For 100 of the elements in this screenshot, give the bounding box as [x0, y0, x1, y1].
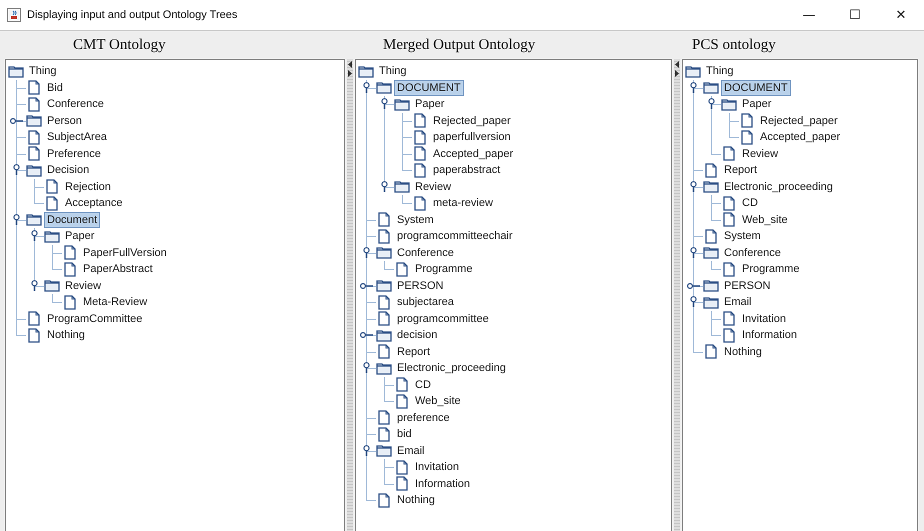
tree-node[interactable]: Review [62, 278, 104, 294]
tree-node[interactable]: SubjectArea [44, 129, 110, 146]
tree-toggle[interactable] [363, 82, 370, 92]
tree-node[interactable]: Email [721, 294, 755, 310]
tree-node[interactable]: decision [394, 327, 440, 344]
maximize-button[interactable]: ☐ [832, 0, 878, 30]
tree-node[interactable]: Information [739, 327, 800, 344]
tree-node[interactable]: preference [394, 410, 453, 426]
tree-node[interactable]: Report [721, 162, 760, 178]
tree-node[interactable]: Programme [739, 261, 802, 278]
tree-node[interactable]: Electronic_proceeding [721, 178, 836, 195]
tree-node[interactable]: Paper [739, 96, 774, 112]
tree-toggle[interactable] [690, 296, 697, 307]
folder-icon [358, 64, 374, 79]
tree-node[interactable]: DOCUMENT [721, 80, 791, 96]
tree-node[interactable]: programcommittee [394, 310, 492, 327]
tree-toggle[interactable] [381, 180, 388, 192]
tree-toggle[interactable] [13, 164, 20, 175]
document-icon [26, 80, 42, 96]
left-arrow-icon[interactable] [674, 61, 680, 68]
tree-node[interactable]: Information [412, 476, 474, 492]
tree-toggle[interactable] [363, 362, 370, 373]
tree-node[interactable]: programcommitteechair [394, 228, 516, 244]
tree-toggle[interactable] [31, 230, 38, 241]
document-icon [26, 146, 42, 162]
tree-node[interactable]: Document [44, 212, 100, 228]
tree-node[interactable]: Meta-Review [80, 294, 150, 310]
tree-toggle[interactable] [360, 332, 373, 338]
tree-node[interactable]: Rejected_paper [430, 112, 514, 129]
document-icon [376, 228, 392, 244]
tree-node[interactable]: System [721, 228, 764, 244]
document-icon [394, 394, 410, 409]
tree-toggle[interactable] [708, 98, 715, 109]
tree-node[interactable]: paperfullversion [430, 129, 514, 146]
tree-node[interactable]: Paper [62, 228, 98, 244]
tree-node[interactable]: PERSON [394, 278, 446, 294]
tree-toggle[interactable] [690, 180, 697, 192]
tree-node[interactable]: Acceptance [62, 195, 126, 212]
tree-node[interactable]: Person [44, 112, 85, 129]
tree-toggle[interactable] [690, 82, 697, 92]
tree-node[interactable]: Nothing [44, 327, 88, 344]
tree-toggle[interactable] [360, 282, 373, 288]
tree-node[interactable]: Rejected_paper [757, 112, 841, 129]
tree-node[interactable]: Programme [412, 261, 476, 278]
tree-node[interactable]: Thing [376, 63, 410, 80]
folder-icon [376, 328, 392, 343]
tree-node[interactable]: paperabstract [430, 162, 504, 178]
tree-node[interactable]: CD [739, 195, 761, 212]
tree-toggle[interactable] [13, 214, 20, 224]
tree-node[interactable]: Report [394, 344, 434, 360]
tree-node[interactable]: DOCUMENT [394, 80, 464, 96]
right-arrow-icon[interactable] [347, 70, 353, 77]
tree-node[interactable]: Decision [44, 162, 92, 178]
tree-node[interactable]: PaperFullVersion [80, 244, 170, 261]
tree-node[interactable]: CD [412, 376, 434, 393]
right-arrow-icon[interactable] [674, 70, 680, 77]
tree-node[interactable]: subjectarea [394, 294, 457, 310]
tree-node[interactable]: PERSON [721, 278, 774, 294]
tree-toggle[interactable] [687, 282, 700, 288]
tree-node[interactable]: Conference [721, 244, 784, 261]
panel-heading: Merged Output Ontology [383, 36, 536, 54]
tree-node[interactable]: bid [394, 426, 415, 442]
tree-node[interactable]: meta-review [430, 195, 496, 212]
tree-node[interactable]: Paper [412, 96, 448, 112]
tree-node[interactable]: Thing [703, 63, 737, 80]
app-icon [7, 8, 21, 22]
tree-node[interactable]: Conference [394, 244, 457, 261]
tree-node[interactable]: Nothing [394, 492, 438, 508]
document-icon [412, 130, 428, 145]
left-arrow-icon[interactable] [347, 61, 353, 68]
tree-node[interactable]: Accepted_paper [430, 146, 516, 162]
tree-toggle[interactable] [10, 118, 23, 124]
tree-toggle[interactable] [363, 444, 370, 456]
tree-node[interactable]: Email [394, 442, 428, 459]
folder-icon [376, 360, 392, 376]
tree-node[interactable]: Bid [44, 80, 66, 96]
tree-node[interactable]: Thing [26, 63, 60, 80]
tree-toggle[interactable] [381, 98, 388, 109]
tree-node[interactable]: Web_site [412, 393, 464, 410]
tree-node[interactable]: Review [739, 146, 782, 162]
tree-node[interactable]: Conference [44, 96, 107, 112]
tree-toggle[interactable] [690, 246, 697, 258]
tree-node[interactable]: Nothing [721, 344, 765, 360]
tree-node[interactable]: Invitation [739, 310, 790, 327]
tree-node[interactable]: System [394, 212, 437, 228]
tree-toggle[interactable] [363, 246, 370, 258]
tree-toggle[interactable] [31, 280, 38, 290]
tree-node[interactable]: Web_site [739, 212, 791, 228]
tree-node[interactable]: Rejection [62, 178, 114, 195]
tree-node[interactable]: Electronic_proceeding [394, 360, 509, 376]
document-icon [376, 410, 392, 426]
tree-node[interactable]: PaperAbstract [80, 261, 156, 278]
tree-node[interactable]: Review [412, 178, 454, 195]
tree-node[interactable]: Accepted_paper [757, 129, 844, 146]
minimize-button[interactable]: — [786, 0, 832, 30]
close-button[interactable]: ✕ [878, 0, 924, 30]
tree-node[interactable]: Preference [44, 146, 104, 162]
tree-node[interactable]: Invitation [412, 459, 462, 476]
tree-node[interactable]: ProgramCommittee [44, 310, 146, 327]
document-icon [721, 146, 737, 162]
